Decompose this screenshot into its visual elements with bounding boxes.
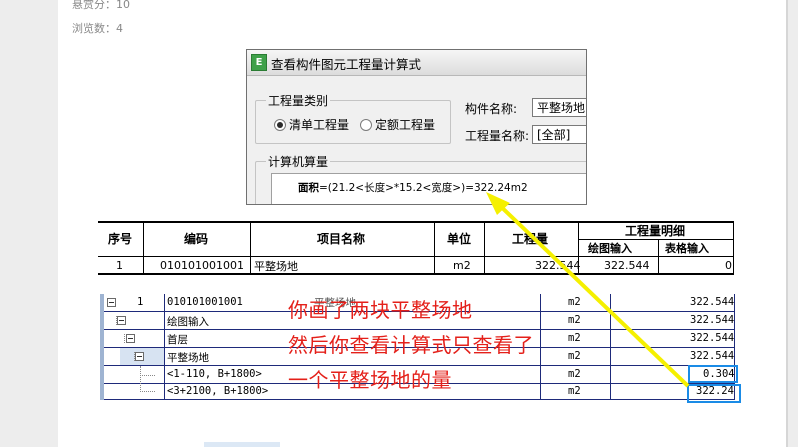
- collapse-icon[interactable]: [107, 298, 116, 307]
- tree-node-element-2[interactable]: <3+2100, B+1800>: [167, 385, 268, 397]
- tree-node-drawing-input[interactable]: 绘图输入: [167, 314, 209, 329]
- formula-text: 面积=(21.2<长度>*15.2<宽度>)=322.24m2: [298, 180, 528, 195]
- tree-node-site-leveling[interactable]: 平整场地: [167, 350, 209, 365]
- row-unit: m2: [568, 385, 581, 397]
- row-unit: m2: [568, 350, 581, 362]
- row-unit: m2: [453, 259, 471, 272]
- row-unit: m2: [568, 314, 581, 326]
- row-seq: 1: [116, 259, 123, 272]
- row-code: 010101001001: [160, 259, 244, 272]
- tree-node-element-1[interactable]: <1-110, B+1800>: [167, 368, 262, 380]
- row-quantity: 322.544: [690, 350, 735, 362]
- bill-quantity-table: 序号 编码 项目名称 单位 工程量 工程量明细 绘图输入 表格输入 1 0101…: [98, 221, 734, 275]
- quantity-type-group: 工程量类别 清单工程量 定额工程量: [255, 92, 451, 144]
- view-count: 浏览数：4: [72, 22, 123, 35]
- row-seq: 1: [137, 296, 144, 308]
- header-quantity: 工程量: [512, 232, 549, 246]
- header-draw-input: 绘图输入: [588, 242, 632, 255]
- quantity-name-label: 工程量名称:: [465, 129, 530, 143]
- row-quantity: 322.544: [690, 314, 735, 326]
- row-draw-input: 322.544: [604, 259, 650, 272]
- formula-textbox[interactable]: 面积=(21.2<长度>*15.2<宽度>)=322.24m2: [271, 173, 586, 204]
- annotation-line-1: 你画了两块平整场地: [288, 298, 473, 322]
- formula-label: 面积: [298, 182, 319, 194]
- radio-bill-label[interactable]: 清单工程量: [289, 116, 349, 133]
- collapse-icon[interactable]: [117, 316, 126, 325]
- annotation-line-3: 一个平整场地的量: [288, 368, 452, 392]
- dialog-title: 查看构件图元工程量计算式: [271, 57, 422, 72]
- row-table-input: 0: [725, 259, 732, 272]
- formula-expression: =(21.2<长度>*15.2<宽度>)=322.24m2: [319, 182, 528, 194]
- collapse-icon[interactable]: [126, 334, 135, 343]
- row-unit: m2: [568, 368, 581, 380]
- radio-bill-quantity[interactable]: [274, 119, 286, 131]
- row-unit: m2: [568, 296, 581, 308]
- page-right-border: [786, 0, 788, 447]
- highlight-box-small-value: [688, 365, 738, 383]
- row-quantity: 322.544: [690, 332, 735, 344]
- collapse-icon[interactable]: [135, 352, 144, 361]
- row-item-name: 平整场地: [254, 260, 298, 273]
- highlight-box-main-value: [687, 384, 741, 403]
- component-name-label: 构件名称:: [465, 102, 518, 116]
- quantity-formula-dialog: E 查看构件图元工程量计算式 工程量类别 清单工程量 定额工程量 构件名称: 平…: [246, 49, 587, 205]
- quantity-name-combo[interactable]: [全部]: [532, 125, 586, 144]
- app-icon: E: [251, 54, 267, 71]
- annotation-line-2: 然后你查看计算式只查看了: [288, 333, 534, 357]
- header-code: 编码: [184, 232, 209, 246]
- row-quantity: 322.544: [535, 259, 581, 272]
- quantity-type-legend: 工程量类别: [266, 92, 331, 109]
- tree-node-first-floor[interactable]: 首层: [167, 332, 188, 347]
- component-name-combo[interactable]: 平整场地: [532, 98, 586, 117]
- next-section-strip: [204, 442, 280, 447]
- row-unit: m2: [568, 332, 581, 344]
- dialog-titlebar: E 查看构件图元工程量计算式: [247, 50, 586, 76]
- header-unit: 单位: [447, 232, 472, 246]
- header-item-name: 项目名称: [317, 232, 366, 246]
- header-table-input: 表格输入: [665, 242, 709, 255]
- reward-points: 悬赏分：10: [72, 0, 130, 11]
- header-quantity-detail: 工程量明细: [625, 224, 686, 238]
- radio-quota-quantity[interactable]: [360, 119, 372, 131]
- calc-legend: 计算机算量: [266, 153, 331, 170]
- header-seq: 序号: [108, 232, 133, 246]
- radio-quota-label[interactable]: 定额工程量: [375, 116, 435, 133]
- row-quantity: 322.544: [690, 296, 735, 308]
- row-code: 010101001001: [167, 296, 243, 308]
